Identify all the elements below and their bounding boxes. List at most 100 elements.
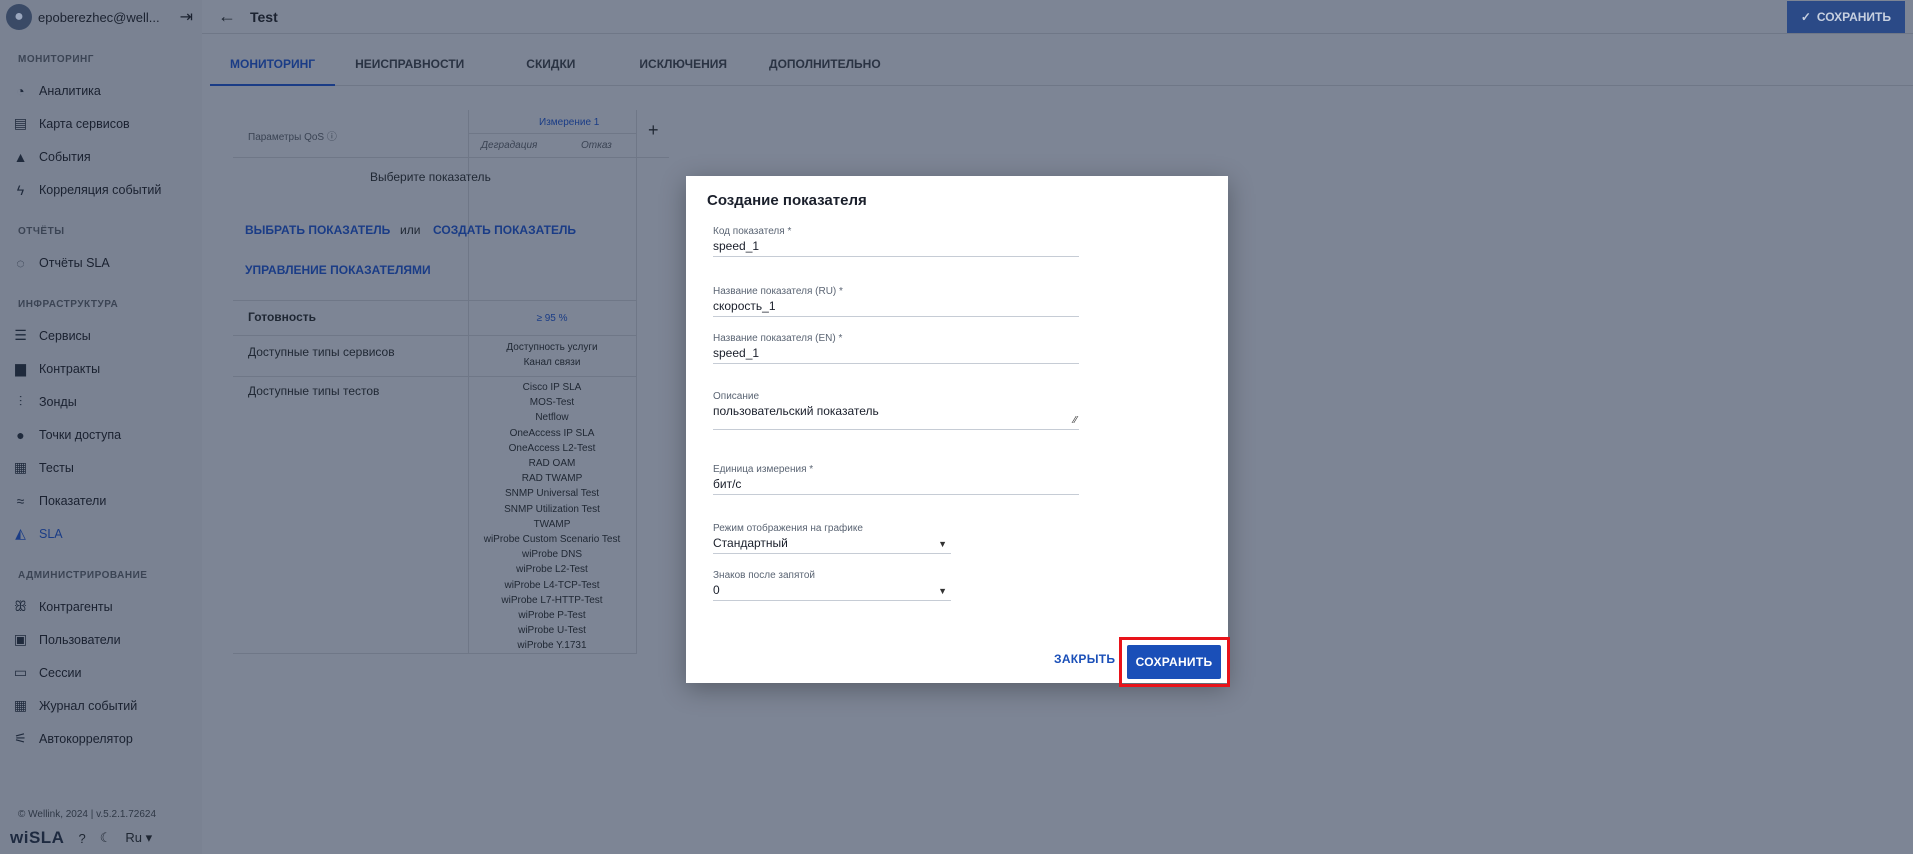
description-field[interactable]: Описание пользовательский показатель ⁄⁄ [713, 391, 1079, 430]
metric-code-label: Код показателя * [713, 226, 792, 237]
test-type: wiProbe Custom Scenario Test [483, 534, 621, 546]
tab-exceptions[interactable]: ИСКЛЮЧЕНИЯ [617, 50, 749, 86]
sidebar-item[interactable]: ◔ Аналитика [0, 74, 202, 107]
sidebar-item-label: Сервисы [39, 328, 91, 343]
decimals-field[interactable]: Знаков после запятой 0 ▼ [713, 570, 951, 601]
select-metric-link[interactable]: ВЫБРАТЬ ПОКАЗАТЕЛЬ [245, 223, 390, 237]
test-type: wiProbe L4-TCP-Test [504, 579, 600, 591]
sidebar-item[interactable]: ꕥ Контрагенты [0, 590, 202, 623]
sidebar-item[interactable]: ☰ Сервисы [0, 319, 202, 352]
manage-metrics-link[interactable]: УПРАВЛЕНИЕ ПОКАЗАТЕЛЯМИ [245, 263, 431, 277]
copyright: © Wellink, 2024 | v.5.2.1.72624 [18, 809, 157, 820]
sidebar-item[interactable]: ▦ Журнал событий [0, 689, 202, 722]
sidebar-item[interactable]: ◭ SLA [0, 517, 202, 550]
metric-code-input[interactable]: speed_1 [713, 239, 1079, 257]
sidebar-item[interactable]: ▭ Сессии [0, 656, 202, 689]
metric-name-ru-field[interactable]: Название показателя (RU) * скорость_1 [713, 286, 1079, 317]
display-mode-value: Стандартный [713, 536, 788, 550]
help-icon[interactable]: ? [78, 831, 85, 846]
unit-field[interactable]: Единица измерения * бит/с [713, 464, 1079, 495]
test-type: RAD TWAMP [521, 473, 583, 485]
test-type: Netflow [535, 412, 569, 424]
window-icon: ▭ [13, 664, 28, 680]
page-title: Test [250, 8, 278, 25]
user-card-icon: ▣ [13, 631, 28, 647]
sidebar-item-label: Сессии [39, 665, 82, 680]
theme-moon-icon[interactable]: ☾ [100, 830, 112, 846]
sidebar-item-label: Корреляция событий [39, 182, 162, 197]
people-icon: ꕥ [14, 598, 27, 614]
checklist-icon: ▦ [13, 459, 28, 475]
degradation-header: Деградация [481, 140, 538, 151]
logout-icon[interactable]: ⇥ [180, 7, 193, 27]
sidebar-item-label: Контрагенты [39, 599, 113, 614]
failure-header: Отказ [581, 140, 612, 151]
close-button[interactable]: ЗАКРЫТЬ [1054, 652, 1115, 666]
metric-code-field[interactable]: Код показателя * speed_1 [713, 226, 1079, 257]
sidebar-item[interactable]: ⚟ Автокоррелятор [0, 722, 202, 755]
sidebar-item[interactable]: ▤ Карта сервисов [0, 107, 202, 140]
display-mode-label: Режим отображения на графике [713, 523, 863, 534]
test-type: SNMP Universal Test [504, 488, 600, 500]
metric-name-ru-label: Название показателя (RU) * [713, 286, 843, 297]
save-button[interactable]: СОХРАНИТЬ [1127, 645, 1221, 679]
description-text: пользовательский показатель [713, 404, 879, 418]
tabs: МОНИТОРИНГ НЕИСПРАВНОСТИ СКИДКИ ИСКЛЮЧЕН… [210, 50, 1913, 86]
check-icon: ✓ [1800, 10, 1811, 24]
pie-chart-icon: ◔ [16, 82, 25, 99]
measurement-header[interactable]: Измерение 1 [539, 117, 599, 128]
unit-input[interactable]: бит/с [713, 477, 1079, 495]
sidebar-item[interactable]: ● Точки доступа [0, 418, 202, 451]
test-type: Cisco IP SLA [522, 382, 582, 393]
caret-down-icon: ▼ [938, 586, 947, 596]
metric-name-en-field[interactable]: Название показателя (EN) * speed_1 [713, 333, 1079, 364]
sidebar-item[interactable]: ⫶ Зонды [0, 385, 202, 418]
metric-name-en-input[interactable]: speed_1 [713, 346, 1079, 364]
avatar-icon[interactable]: ● [6, 4, 32, 30]
wisla-logo: wiSLA [10, 828, 65, 847]
caret-down-icon: ▼ [938, 539, 947, 549]
language-select[interactable]: Ru ▾ [125, 830, 152, 846]
readiness-label: Готовность [248, 310, 317, 324]
sidebar-item[interactable]: ◌ Отчёты SLA [0, 246, 202, 279]
header-save-button[interactable]: ✓ СОХРАНИТЬ [1786, 1, 1905, 33]
qos-params-text: Параметры QoS [248, 132, 325, 143]
decimals-value: 0 [713, 583, 720, 597]
sidebar-item[interactable]: ϟ Корреляция событий [0, 173, 202, 206]
dialog-title: Создание показателя [707, 192, 867, 209]
back-arrow-icon[interactable]: ← [218, 6, 236, 27]
decimals-select[interactable]: 0 ▼ [713, 583, 951, 601]
sidebar-section-title: МОНИТОРИНГ [18, 54, 94, 65]
sidebar-item[interactable]: ▣ Пользователи [0, 623, 202, 656]
divider [233, 653, 636, 654]
display-mode-select[interactable]: Стандартный ▼ [713, 536, 951, 554]
create-metric-dialog: Создание показателя Код показателя * spe… [686, 176, 1230, 687]
sidebar-footer: wiSLA ? ☾ Ru ▾ [10, 828, 152, 848]
sidebar-item-label: Отчёты SLA [39, 255, 110, 270]
top-bar: ← Test ✓ СОХРАНИТЬ [202, 0, 1913, 34]
report-icon: ◌ [16, 254, 25, 271]
display-mode-field[interactable]: Режим отображения на графике Стандартный… [713, 523, 951, 554]
service-type: Канал связи [523, 357, 581, 369]
tab-discounts[interactable]: СКИДКИ [484, 50, 617, 86]
sidebar-item[interactable]: ▦ Тесты [0, 451, 202, 484]
sidebar-item-label: Карта сервисов [39, 116, 130, 131]
add-measurement-icon[interactable]: + [648, 120, 659, 141]
description-textarea[interactable]: пользовательский показатель ⁄⁄ [713, 404, 1079, 430]
test-type: OneAccess IP SLA [509, 427, 595, 439]
sidebar-nav: МОНИТОРИНГ ◔ Аналитика ▤ Карта сервисов ▲ Собы… [0, 34, 202, 755]
tab-faults[interactable]: НЕИСПРАВНОСТИ [335, 50, 484, 86]
sidebar-item-label: Точки доступа [39, 427, 122, 442]
sliders-icon: ⚟ [14, 730, 27, 746]
create-metric-link[interactable]: СОЗДАТЬ ПОКАЗАТЕЛЬ [433, 223, 576, 237]
metric-name-ru-input[interactable]: скорость_1 [713, 299, 1079, 317]
probe-icon: ⫶ [18, 393, 23, 409]
resize-handle-icon[interactable]: ⁄⁄ [1074, 415, 1077, 426]
language-value: Ru [125, 830, 142, 845]
tab-monitoring[interactable]: МОНИТОРИНГ [210, 50, 336, 86]
sidebar-item[interactable]: ▆ Контракты [0, 352, 202, 385]
sidebar-item[interactable]: ▲ События [0, 140, 202, 173]
sidebar-item[interactable]: ≈ Показатели [0, 484, 202, 517]
divider [233, 376, 636, 377]
tab-additional[interactable]: ДОПОЛНИТЕЛЬНО [749, 50, 901, 86]
